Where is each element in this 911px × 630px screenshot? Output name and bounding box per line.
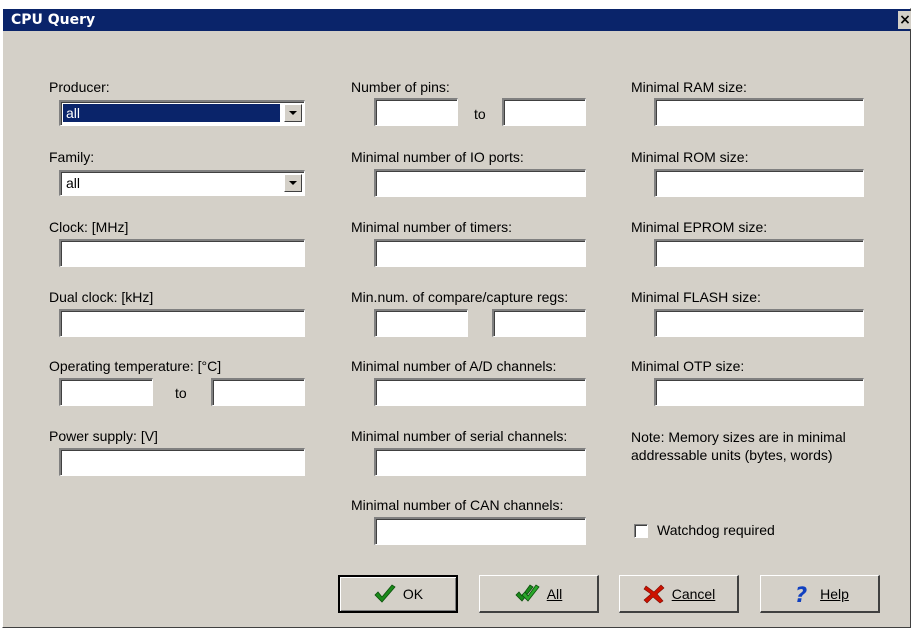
pins-to-input[interactable] xyxy=(502,98,586,126)
ad-channels-input[interactable] xyxy=(374,378,586,406)
eprom-size-label: Minimal EPROM size: xyxy=(631,219,768,235)
clock-input[interactable] xyxy=(59,239,305,267)
ram-size-label: Minimal RAM size: xyxy=(631,79,747,95)
otp-size-input[interactable] xyxy=(654,378,864,406)
producer-value: all xyxy=(63,104,280,122)
watchdog-label[interactable]: Watchdog required xyxy=(657,522,775,538)
temperature-to-label: to xyxy=(175,385,187,401)
power-supply-label: Power supply: [V] xyxy=(49,428,158,444)
pins-label: Number of pins: xyxy=(351,79,450,95)
cancel-button[interactable]: Cancel xyxy=(619,575,739,613)
close-icon: × xyxy=(899,12,911,28)
timers-label: Minimal number of timers: xyxy=(351,219,513,235)
checkmark-icon xyxy=(374,584,396,603)
chevron-down-icon[interactable] xyxy=(284,174,302,192)
memory-note-line2: addressable units (bytes, words) xyxy=(631,447,833,463)
family-value: all xyxy=(66,175,81,191)
ok-button[interactable]: OK xyxy=(338,575,458,613)
temperature-to-input[interactable] xyxy=(211,378,305,406)
capture-input[interactable] xyxy=(492,309,586,337)
window-title: CPU Query xyxy=(11,12,96,28)
producer-select[interactable]: all xyxy=(59,100,305,126)
cpu-query-dialog: CPU Query × Producer: all Family: all Cl… xyxy=(2,8,911,628)
dual-clock-input[interactable] xyxy=(59,309,305,337)
cancel-label: Cancel xyxy=(671,585,716,602)
help-label: Help xyxy=(820,585,849,602)
all-button[interactable]: All xyxy=(479,575,599,613)
ok-label: OK xyxy=(402,586,424,602)
producer-label: Producer: xyxy=(49,79,110,95)
all-label: All xyxy=(546,585,563,602)
serial-channels-input[interactable] xyxy=(374,448,586,476)
clock-label: Clock: [MHz] xyxy=(49,219,129,235)
memory-note-line1: Note: Memory sizes are in minimal xyxy=(631,429,846,445)
temperature-label: Operating temperature: [°C] xyxy=(49,358,222,374)
temperature-from-input[interactable] xyxy=(59,378,153,406)
compare-input[interactable] xyxy=(374,309,468,337)
flash-size-label: Minimal FLASH size: xyxy=(631,289,761,305)
ram-size-input[interactable] xyxy=(654,98,864,126)
question-mark-icon: ? xyxy=(795,583,807,605)
io-ports-label: Minimal number of IO ports: xyxy=(351,149,524,165)
io-ports-input[interactable] xyxy=(374,169,586,197)
pins-from-input[interactable] xyxy=(374,98,458,126)
can-channels-input[interactable] xyxy=(374,517,586,545)
title-bar: CPU Query × xyxy=(3,9,911,31)
red-x-icon xyxy=(643,584,665,603)
eprom-size-input[interactable] xyxy=(654,239,864,267)
compare-capture-label: Min.num. of compare/capture regs: xyxy=(351,289,569,305)
close-button[interactable]: × xyxy=(898,11,911,29)
help-button[interactable]: ? Help xyxy=(760,575,880,613)
serial-channels-label: Minimal number of serial channels: xyxy=(351,428,568,444)
family-label: Family: xyxy=(49,149,95,165)
rom-size-label: Minimal ROM size: xyxy=(631,149,749,165)
can-channels-label: Minimal number of CAN channels: xyxy=(351,497,564,513)
watchdog-checkbox[interactable] xyxy=(634,524,648,538)
svg-text:?: ? xyxy=(795,583,807,605)
ad-channels-label: Minimal number of A/D channels: xyxy=(351,358,557,374)
flash-size-input[interactable] xyxy=(654,309,864,337)
pins-to-label: to xyxy=(474,106,486,122)
family-select[interactable]: all xyxy=(59,170,305,196)
otp-size-label: Minimal OTP size: xyxy=(631,358,745,374)
power-supply-input[interactable] xyxy=(59,448,305,476)
dual-clock-label: Dual clock: [kHz] xyxy=(49,289,154,305)
rom-size-input[interactable] xyxy=(654,169,864,197)
chevron-down-icon[interactable] xyxy=(284,104,302,122)
timers-input[interactable] xyxy=(374,239,586,267)
double-checkmark-icon xyxy=(515,583,540,602)
